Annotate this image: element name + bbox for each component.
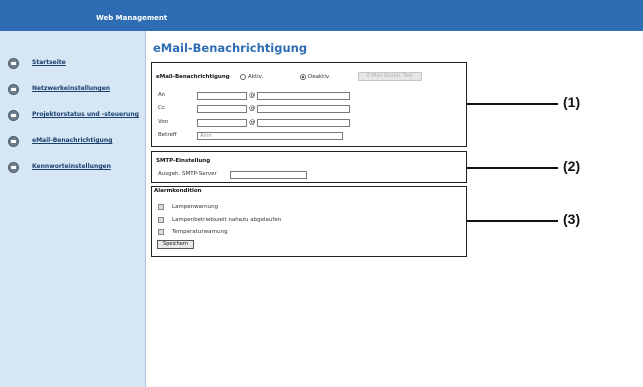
alarm-checkbox-lamp-hours[interactable]	[158, 217, 164, 223]
sidebar-item-label[interactable]: eMail-Benachrichtigung	[32, 137, 112, 144]
nav-bullet-icon	[8, 162, 19, 173]
von-domain-input[interactable]	[257, 119, 350, 127]
sidebar-item-label[interactable]: Projektorstatus und -steuerung	[32, 111, 139, 118]
page-title: eMail-Benachrichtigung	[153, 41, 308, 55]
nav-bullet-icon	[8, 136, 19, 147]
subject-input[interactable]: Alrm	[197, 132, 343, 140]
an-domain-input[interactable]	[257, 92, 350, 100]
sidebar-item-label[interactable]: Startseite	[32, 59, 66, 66]
radio-aktiv[interactable]	[240, 74, 246, 80]
field-label-von: Von	[158, 119, 169, 125]
radio-deaktiv[interactable]	[300, 74, 306, 80]
alarm-section-title: Alarmkondition	[154, 188, 202, 194]
nav-bullet-icon	[8, 110, 19, 121]
radio-deaktiv-label: Deaktiv.	[308, 74, 331, 80]
sidebar-item-netzwerkeinstellungen[interactable]: Netzwerkeinstellungen	[0, 82, 146, 98]
cc-user-input[interactable]	[197, 105, 247, 113]
callout-line-3	[467, 220, 558, 222]
an-user-input[interactable]	[197, 92, 247, 100]
sidebar-item-label[interactable]: Netzwerkeinstellungen	[32, 85, 110, 92]
alarm-label: Lampenbetriebszeit nahezu abgelaufen	[172, 217, 282, 223]
cc-domain-input[interactable]	[257, 105, 350, 113]
sidebar-item-projektorstatus[interactable]: Projektorstatus und -steuerung	[0, 108, 146, 124]
save-button[interactable]: Speichern	[157, 240, 194, 249]
field-label-cc: Cc	[158, 105, 165, 111]
field-label-betreff: Betreff	[158, 132, 177, 138]
callout-line-1	[467, 103, 558, 105]
sidebar-item-startseite[interactable]: Startseite	[0, 56, 146, 72]
email-notification-label: eMail-Benachrichtigung	[156, 74, 230, 80]
von-user-input[interactable]	[197, 119, 247, 127]
smtp-server-input[interactable]	[230, 171, 307, 179]
radio-aktiv-label: Aktiv.	[248, 74, 264, 80]
top-header-bar: Web Management	[0, 0, 643, 31]
callout-label-1: (1)	[563, 94, 581, 110]
sidebar-item-kennworteinstellungen[interactable]: Kennworteinstellungen	[0, 160, 146, 176]
field-label-an: An	[158, 92, 166, 98]
alarm-label: Lampenwarnung	[172, 204, 219, 210]
at-sign: @	[249, 104, 256, 112]
at-sign: @	[249, 91, 256, 99]
nav-bullet-icon	[8, 58, 19, 69]
alarm-checkbox-lamp-warning[interactable]	[158, 204, 164, 210]
email-settings-panel: eMail-Benachrichtigung Aktiv. Deaktiv. E…	[151, 62, 467, 147]
callout-label-2: (2)	[563, 158, 581, 174]
nav-bullet-icon	[8, 84, 19, 95]
at-sign: @	[249, 118, 256, 126]
alarm-label: Temperaturwarnung	[172, 229, 228, 235]
sidebar-item-label[interactable]: Kennworteinstellungen	[32, 163, 111, 170]
alarm-checkbox-temperature[interactable]	[158, 229, 164, 235]
smtp-section-title: SMTP-Einstellung	[156, 158, 211, 164]
smtp-settings-panel: SMTP-Einstellung Ausgeh. SMTP-Server	[151, 151, 467, 183]
alarm-conditions-panel: Alarmkondition Lampenwarnung Lampenbetri…	[151, 186, 467, 257]
sidebar-item-email-benachrichtigung[interactable]: eMail-Benachrichtigung	[0, 134, 146, 150]
smtp-server-label: Ausgeh. SMTP-Server	[158, 171, 217, 177]
sidebar: Startseite Netzwerkeinstellungen Projekt…	[0, 31, 146, 387]
email-test-button[interactable]: E-Mail Deakti. Test	[358, 72, 422, 81]
callout-line-2	[467, 167, 558, 169]
callout-label-3: (3)	[563, 211, 581, 227]
app-title: Web Management	[96, 14, 168, 22]
